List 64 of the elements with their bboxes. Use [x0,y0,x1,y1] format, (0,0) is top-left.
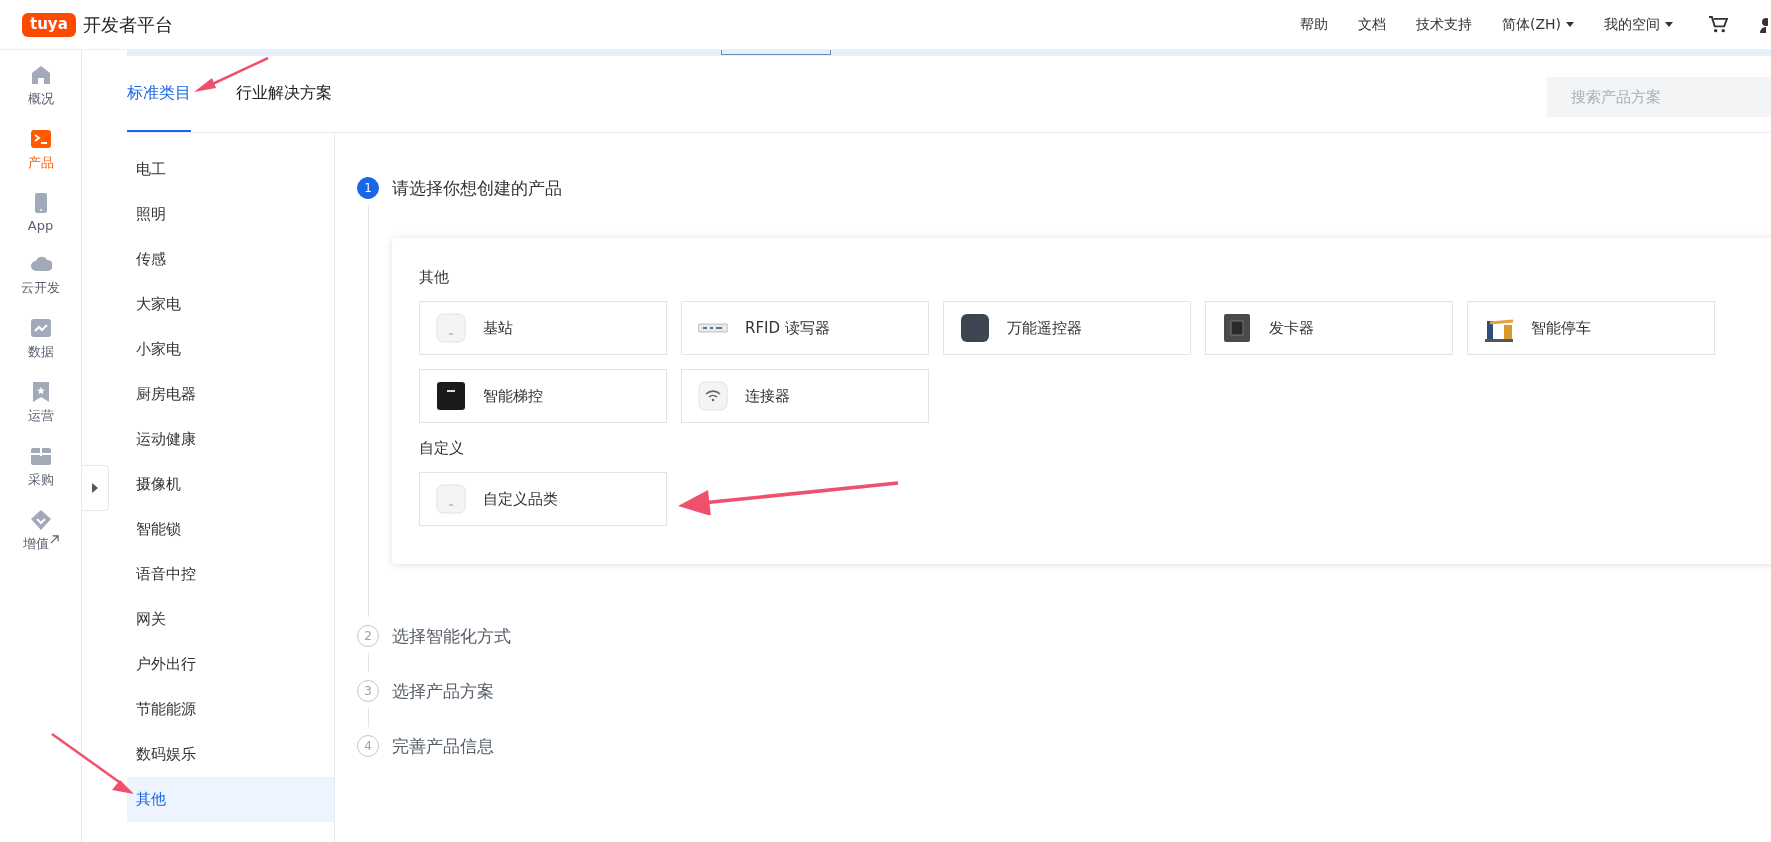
diamond-icon [29,509,52,531]
device-panel-icon [436,381,466,411]
group-title: 其他 [419,268,450,287]
user-icon[interactable] [1760,16,1768,33]
nav-item[interactable]: 数据 [27,317,54,361]
step-number: 1 [357,177,379,199]
nav-item[interactable]: 概况 [27,64,54,108]
nav-item[interactable]: 运营 [27,381,54,425]
category-item[interactable]: 厨房电器 [127,372,334,417]
device-plain-box-icon [436,313,466,343]
expand-toggle[interactable] [82,465,109,511]
terminal-icon [29,128,52,150]
device-dark-square-icon [960,313,990,343]
cart-icon[interactable] [1709,16,1728,33]
caret-icon [1566,22,1574,27]
platform-title: 开发者平台 [82,12,173,37]
external-link-icon [49,535,59,544]
device-plain-box-icon [436,484,466,514]
header-link[interactable]: 我的空间 [1604,15,1673,34]
product-tile[interactable]: 基站 [419,301,667,355]
header-link[interactable]: 简体(ZH) [1501,15,1574,34]
product-tile[interactable]: 发卡器 [1205,301,1453,355]
caret-icon [92,483,98,493]
category-item[interactable]: 大家电 [127,282,334,327]
nav-item[interactable]: App [27,192,54,233]
category-item[interactable]: 数码娱乐 [127,732,334,777]
caret-icon [1665,22,1673,27]
category-item[interactable]: 传感 [127,237,334,282]
step-title: 选择智能化方式 [392,625,512,648]
nav-item[interactable]: 采购 [27,445,54,489]
category-item[interactable]: 语音中控 [127,552,334,597]
category-item[interactable]: 网关 [127,597,334,642]
step-title: 选择产品方案 [392,680,495,703]
nav-item[interactable]: 增值 [22,509,59,553]
device-wifi-box-icon [698,381,728,411]
header-link[interactable]: 技术支持 [1415,15,1472,34]
nav-item[interactable]: 云开发 [21,253,60,297]
product-tile[interactable]: 智能停车 [1467,301,1715,355]
category-item[interactable]: 电工 [127,147,334,192]
step-title: 完善产品信息 [392,735,495,758]
step-title: 请选择你想创建的产品 [392,177,563,200]
tab[interactable]: 行业解决方案 [236,56,332,132]
category-item[interactable]: 智能锁 [127,507,334,552]
product-tile[interactable]: 智能梯控 [419,369,667,423]
home-icon [29,64,52,86]
tab[interactable]: 标准类目 [127,56,191,132]
product-tile[interactable]: 自定义品类 [419,472,667,526]
product-tile[interactable]: 连接器 [681,369,929,423]
device-card-reader-icon [1222,313,1252,343]
box-icon [29,445,52,467]
header-link[interactable]: 帮助 [1299,15,1328,34]
category-item[interactable]: 照明 [127,192,334,237]
product-tile[interactable]: 万能遥控器 [943,301,1191,355]
category-item[interactable]: 节能能源 [127,687,334,732]
search-field[interactable]: 搜索产品方案 [1547,77,1771,117]
category-item[interactable]: 运动健康 [127,417,334,462]
category-item[interactable]: 户外出行 [127,642,334,687]
category-item[interactable]: 其他 [127,777,334,822]
group-title: 自定义 [419,439,465,458]
chart-icon [29,317,52,339]
header-link[interactable]: 文档 [1357,15,1386,34]
category-item[interactable]: 小家电 [127,327,334,372]
product-tile[interactable]: RFID 读写器 [681,301,929,355]
category-item[interactable]: 摄像机 [127,462,334,507]
